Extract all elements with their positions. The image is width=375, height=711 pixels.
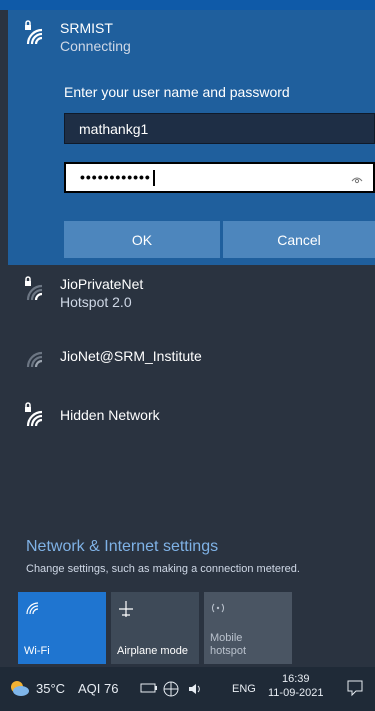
network-name: JioNet@SRM_Institute [60, 348, 202, 364]
network-settings-link[interactable]: Network & Internet settings [26, 538, 218, 556]
network-status: Connecting [60, 37, 131, 54]
mobile-hotspot-tile[interactable]: Mobile hotspot [204, 592, 292, 664]
credential-prompt: Enter your user name and password [64, 84, 290, 100]
password-field[interactable]: •••••••••••• [64, 162, 375, 193]
globe-icon[interactable] [162, 680, 180, 703]
taskbar: 35°C AQI 76 ENG 16:39 11-09-2021 [0, 667, 375, 711]
network-settings-subtitle: Change settings, such as making a connec… [26, 563, 300, 575]
cancel-button[interactable]: Cancel [223, 221, 375, 258]
network-item-jioprivatenet[interactable]: JioPrivateNet Hotspot 2.0 [18, 276, 143, 311]
wifi-icon [24, 600, 40, 621]
airplane-mode-tile[interactable]: Airplane mode [111, 592, 199, 664]
wifi-secured-icon [18, 20, 48, 50]
notifications-icon[interactable] [346, 679, 364, 702]
hotspot-icon [210, 600, 226, 621]
network-subtitle: Hotspot 2.0 [60, 293, 132, 310]
wifi-secured-weak-icon [18, 276, 48, 306]
tile-label: Mobile hotspot [210, 631, 247, 657]
network-name: SRMIST [60, 20, 113, 36]
wifi-open-weak-icon [18, 343, 48, 373]
network-item-srmist[interactable]: SRMIST Connecting [18, 20, 131, 55]
network-name: Hidden Network [60, 407, 160, 423]
aqi-value[interactable]: AQI 76 [78, 681, 118, 696]
quick-actions: Wi-Fi Airplane mode Mobile hotspot [18, 592, 292, 664]
text-caret [152, 170, 155, 187]
clock-time: 16:39 [281, 673, 310, 685]
network-flyout: SRMIST Connecting Enter your user name a… [0, 0, 375, 667]
wifi-secured-icon [18, 402, 48, 432]
clock-date: 11-09-2021 [268, 686, 324, 699]
username-value: mathankg1 [79, 120, 149, 137]
network-item-jionet-srm[interactable]: JioNet@SRM_Institute [18, 343, 202, 373]
wifi-toggle-tile[interactable]: Wi-Fi [18, 592, 106, 664]
speaker-icon[interactable] [186, 680, 204, 703]
password-value: •••••••••••• [66, 169, 155, 187]
username-field[interactable]: mathankg1 [64, 113, 375, 144]
top-accent-strip [0, 0, 375, 10]
airplane-icon [117, 600, 135, 623]
input-language[interactable]: ENG [232, 683, 256, 695]
tile-label: Wi-Fi [24, 644, 50, 657]
reveal-password-icon[interactable] [351, 173, 363, 185]
battery-icon[interactable] [140, 681, 158, 700]
network-item-hidden[interactable]: Hidden Network [18, 402, 160, 432]
clock[interactable]: 16:39 11-09-2021 [268, 673, 323, 701]
network-name: JioPrivateNet [60, 276, 144, 292]
ok-button[interactable]: OK [64, 221, 220, 258]
tile-label: Airplane mode [117, 644, 188, 657]
weather-icon[interactable] [8, 677, 30, 704]
weather-temp[interactable]: 35°C [36, 681, 65, 696]
